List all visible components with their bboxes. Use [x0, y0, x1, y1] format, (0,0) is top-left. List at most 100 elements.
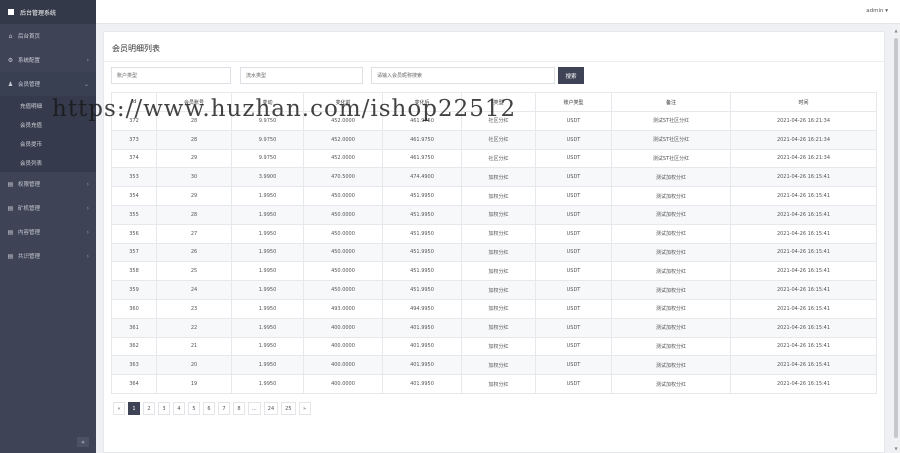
- table-cell: 362: [111, 336, 157, 357]
- table-cell: 451.9950: [382, 204, 462, 225]
- sidebar-item-miner[interactable]: ▤ 矿机管理 ›: [0, 196, 96, 220]
- table-row: 361 22 1.9950 400.0000 401.9950 加权分红 USDT 测试加权分…: [111, 317, 877, 338]
- pagination-page-button[interactable]: 24: [263, 402, 279, 415]
- scroll-thumb[interactable]: [894, 38, 898, 438]
- page-scrollbar[interactable]: ▲ ▼: [892, 24, 900, 453]
- chevron-right-icon: ›: [86, 228, 89, 236]
- sidebar-subitem-member-list[interactable]: 会员列表: [0, 153, 96, 172]
- search-button[interactable]: 搜索: [558, 67, 584, 84]
- page-title: 会员明细列表: [112, 44, 160, 53]
- table-cell: 22: [156, 317, 232, 338]
- pagination-page-button[interactable]: 3: [158, 402, 170, 415]
- table-cell: 21: [156, 336, 232, 357]
- column-header: 变动: [231, 92, 304, 112]
- table-cell: 450.0000: [303, 223, 383, 244]
- table-cell: 加权分红: [461, 167, 536, 188]
- table-cell: 3.9900: [231, 167, 304, 188]
- table-cell: USDT: [535, 111, 612, 131]
- table-cell: 1.9950: [231, 298, 304, 319]
- sidebar-subitem-member-recharge[interactable]: 会员充值: [0, 115, 96, 134]
- sidebar-submenu: 充值明细 会员充值 会员提币 会员列表: [0, 96, 96, 172]
- table-row: 356 27 1.9950 450.0000 451.9950 加权分红 USDT 测试加权分…: [111, 223, 877, 244]
- pagination-page-button[interactable]: 5: [188, 402, 200, 415]
- table-cell: USDT: [535, 242, 612, 263]
- table-cell: 2021-04-26 16:15:41: [730, 167, 877, 188]
- sidebar-subitem-recharge-detail[interactable]: 充值明细: [0, 96, 96, 115]
- table-cell: USDT: [535, 223, 612, 244]
- table-cell: 9.9750: [231, 111, 304, 131]
- sidebar: 后台管理系统 ⌂ 后台首页 ⚙ 系统配置 › ♟ 会员管理 ⌄ 充值明细 会员充…: [0, 0, 96, 453]
- flow-type-select[interactable]: 流水类型: [240, 67, 363, 84]
- table-cell: 2021-04-26 16:15:41: [730, 261, 877, 282]
- sidebar-item-home[interactable]: ⌂ 后台首页: [0, 24, 96, 48]
- table-cell: USDT: [535, 167, 612, 188]
- column-header: Id: [111, 92, 157, 112]
- sidebar-collapse-button[interactable]: «: [77, 437, 89, 447]
- column-header: 时间: [730, 92, 877, 112]
- table-cell: 测试加权分红: [611, 298, 731, 319]
- table-cell: USDT: [535, 148, 612, 169]
- app-title: 后台管理系统: [20, 9, 57, 17]
- table-cell: 28: [156, 111, 232, 131]
- table-cell: 19: [156, 374, 232, 394]
- pagination-prev-button[interactable]: «: [113, 402, 125, 415]
- table-cell: 测试加权分红: [611, 186, 731, 206]
- table-row: 364 19 1.9950 400.0000 401.9950 加权分红 USDT 测试加权分…: [111, 374, 877, 394]
- table-cell: 354: [111, 186, 157, 206]
- pagination-page-button[interactable]: 2: [143, 402, 155, 415]
- sidebar-item-permission[interactable]: ▤ 权限管理 ›: [0, 172, 96, 196]
- table-cell: 1.9950: [231, 261, 304, 282]
- table-cell: 测试ST社区分红: [611, 111, 731, 131]
- pagination-page-button[interactable]: 7: [218, 402, 230, 415]
- table-cell: USDT: [535, 129, 612, 150]
- table-cell: 373: [111, 129, 157, 150]
- table-cell: 452.0000: [303, 111, 383, 131]
- table-cell: 25: [156, 261, 232, 282]
- table-cell: 374: [111, 148, 157, 169]
- pagination-page-button[interactable]: 1: [128, 402, 140, 415]
- pagination-page-button[interactable]: 8: [233, 402, 245, 415]
- pagination-ellipsis[interactable]: ...: [248, 402, 261, 415]
- table-cell: 360: [111, 298, 157, 319]
- column-header: 变化后: [382, 92, 462, 112]
- table-row: 374 29 9.9750 452.0000 461.9750 社区分红 USDT 测试ST社…: [111, 148, 877, 169]
- table-row: 359 24 1.9950 450.0000 451.9950 加权分红 USDT 测试加权分…: [111, 280, 877, 300]
- table-cell: 2021-04-26 16:21:34: [730, 111, 877, 131]
- sidebar-subitem-member-withdraw[interactable]: 会员提币: [0, 134, 96, 153]
- scroll-up-icon[interactable]: ▲: [893, 28, 899, 33]
- sidebar-item-consensus[interactable]: ▤ 共识管理 ›: [0, 244, 96, 268]
- table-cell: 测试加权分红: [611, 374, 731, 394]
- grid-icon: ▤: [7, 180, 14, 188]
- sidebar-item-content[interactable]: ▤ 内容管理 ›: [0, 220, 96, 244]
- table-cell: 451.9950: [382, 280, 462, 300]
- table-cell: USDT: [535, 280, 612, 300]
- table-cell: 28: [156, 129, 232, 150]
- table-cell: 加权分红: [461, 355, 536, 376]
- pagination-page-button[interactable]: 25: [281, 402, 296, 415]
- table-cell: 2021-04-26 16:15:41: [730, 223, 877, 244]
- pagination: «1 2 3 4 5 6 7 8... 24 25»: [113, 402, 314, 415]
- sidebar-item-member-management[interactable]: ♟ 会员管理 ⌄: [0, 72, 96, 96]
- user-menu[interactable]: admin ▾: [866, 8, 888, 14]
- table-cell: USDT: [535, 374, 612, 394]
- search-input[interactable]: 请输入会员昵称搜索: [371, 67, 555, 84]
- scroll-down-icon[interactable]: ▼: [893, 446, 899, 451]
- table-cell: 451.9950: [382, 261, 462, 282]
- account-type-select[interactable]: 账户类型: [111, 67, 231, 84]
- table-cell: 1.9950: [231, 317, 304, 338]
- table-cell: USDT: [535, 298, 612, 319]
- sidebar-item-system-config[interactable]: ⚙ 系统配置 ›: [0, 48, 96, 72]
- table-cell: 450.0000: [303, 280, 383, 300]
- pagination-page-button[interactable]: 6: [203, 402, 215, 415]
- pagination-page-button[interactable]: 4: [173, 402, 185, 415]
- table-cell: 372: [111, 111, 157, 131]
- table-cell: 加权分红: [461, 336, 536, 357]
- table-row: 362 21 1.9950 400.0000 401.9950 加权分红 USDT 测试加权分…: [111, 336, 877, 357]
- pagination-next-button[interactable]: »: [298, 402, 311, 415]
- table-cell: 400.0000: [303, 374, 383, 394]
- table-row: 354 29 1.9950 450.0000 451.9950 加权分红 USDT 测试加权分…: [111, 186, 877, 206]
- table-cell: 加权分红: [461, 223, 536, 244]
- sidebar-item-label: 内容管理: [18, 230, 41, 236]
- table-cell: 356: [111, 223, 157, 244]
- table-row: 372 28 9.9750 452.0000 461.9750 社区分红 USDT 测试ST社…: [111, 111, 877, 131]
